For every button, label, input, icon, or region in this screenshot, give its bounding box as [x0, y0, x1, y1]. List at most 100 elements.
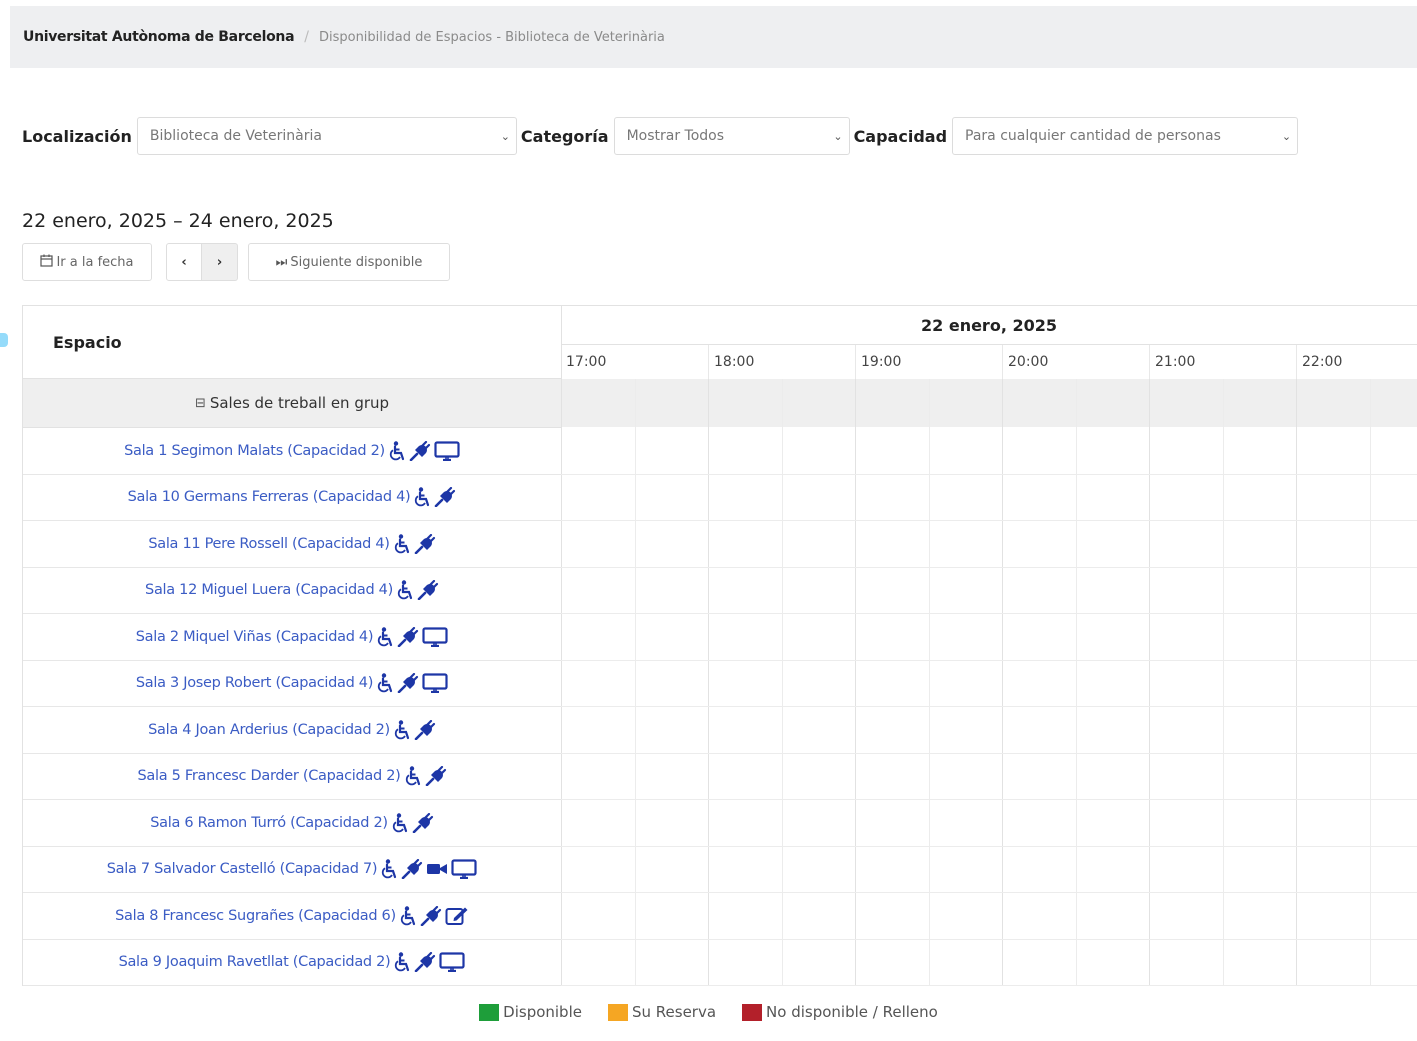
room-row: Sala 9 Joaquim Ravetllat (Capacidad 2): [23, 940, 561, 986]
legend-swatch: [607, 1003, 628, 1021]
plug-icon: [401, 859, 423, 880]
breadcrumb: Universitat Autònoma de Barcelona / Disp…: [10, 6, 1417, 68]
room-link[interactable]: Sala 12 Miguel Luera (Capacidad 4): [145, 582, 393, 598]
goto-date-button[interactable]: Ir a la fecha: [22, 243, 152, 281]
timeline-slots[interactable]: [561, 379, 1417, 986]
legend-item: Disponible: [479, 1003, 582, 1021]
room-link[interactable]: Sala 8 Francesc Sugrañes (Capacidad 6): [115, 908, 396, 924]
plug-icon: [414, 719, 436, 740]
timeline-area: 22 enero, 2025 17:00 18:00 19:00 20:00 21:00…: [561, 305, 1417, 986]
room-link[interactable]: Sala 11 Pere Rossell (Capacidad 4): [148, 536, 390, 552]
room-link[interactable]: Sala 5 Francesc Darder (Capacidad 2): [138, 768, 401, 784]
fast-forward-icon: ⏭: [275, 254, 288, 270]
room-row: Sala 7 Salvador Castelló (Capacidad 7): [23, 847, 561, 893]
room-row: Sala 5 Francesc Darder (Capacidad 2): [23, 754, 561, 800]
group-timeline-row: [561, 379, 1417, 427]
timeline-gridline: [929, 379, 930, 986]
timeline-row-divider: [561, 892, 1417, 893]
timeline-row-divider: [561, 753, 1417, 754]
hours-header-row: 17:00 18:00 19:00 20:00 21:00 22:00: [561, 345, 1417, 380]
legend-swatch: [742, 1003, 763, 1021]
timeline-gridline: [1002, 379, 1003, 986]
room-link[interactable]: Sala 4 Joan Arderius (Capacidad 2): [148, 722, 390, 738]
timeline-row-divider: [561, 520, 1417, 521]
chevron-down-icon: ⌄: [500, 129, 510, 143]
room-link[interactable]: Sala 3 Josep Robert (Capacidad 4): [136, 675, 374, 691]
goto-date-label: Ir a la fecha: [56, 254, 134, 270]
capacity-select-value: Para cualquier cantidad de personas: [965, 128, 1221, 144]
whiteboard-icon: [445, 906, 469, 926]
prev-button[interactable]: ‹: [166, 243, 202, 281]
wheelchair-icon: [393, 720, 411, 740]
hour-label: 17:00: [566, 354, 607, 370]
room-link[interactable]: Sala 10 Germans Ferreras (Capacidad 4): [128, 489, 411, 505]
wheelchair-icon: [376, 627, 394, 647]
timeline-row-divider: [561, 985, 1417, 986]
room-row: Sala 3 Josep Robert (Capacidad 4): [23, 661, 561, 707]
wheelchair-icon: [393, 534, 411, 554]
plug-icon: [409, 440, 431, 461]
category-select-value: Mostrar Todos: [626, 128, 725, 144]
side-accent-mark: [0, 333, 8, 347]
legend: Disponible Su Reserva No disponible / Rell…: [0, 998, 1417, 1026]
plug-icon: [434, 487, 456, 508]
date-range-title: 22 enero, 2025 – 24 enero, 2025: [22, 210, 334, 232]
video-camera-icon: [426, 860, 448, 878]
capacity-select[interactable]: Para cualquier cantidad de personas ⌄: [952, 117, 1299, 155]
hour-label: 20:00: [1002, 345, 1149, 379]
hour-label: 21:00: [1149, 345, 1296, 379]
wheelchair-icon: [376, 673, 394, 693]
room-link[interactable]: Sala 6 Ramon Turró (Capacidad 2): [150, 815, 388, 831]
group-header-row[interactable]: ⊟ Sales de treball en grup: [23, 379, 561, 428]
room-row: Sala 4 Joan Arderius (Capacidad 2): [23, 707, 561, 754]
filter-bar: Localización Biblioteca de Veterinària ⌄…: [22, 116, 1302, 156]
timeline-gridline: [708, 379, 709, 986]
category-select[interactable]: Mostrar Todos ⌄: [613, 117, 850, 155]
legend-label: Disponible: [503, 1003, 582, 1021]
timeline-row-divider: [561, 939, 1417, 940]
room-row: Sala 1 Segimon Malats (Capacidad 2): [23, 428, 561, 475]
hour-label: 19:00: [855, 345, 1002, 379]
collapse-icon[interactable]: ⊟: [195, 396, 206, 411]
legend-item: No disponible / Relleno: [742, 1003, 938, 1021]
legend-swatch: [479, 1003, 500, 1021]
next-available-button[interactable]: ⏭ Siguiente disponible: [248, 243, 450, 281]
plug-icon: [397, 626, 419, 647]
hour-label: 18:00: [708, 345, 855, 379]
timeline-gridline: [1370, 379, 1371, 986]
wheelchair-icon: [396, 580, 414, 600]
location-label: Localización: [22, 126, 132, 146]
room-row: Sala 11 Pere Rossell (Capacidad 4): [23, 521, 561, 568]
breadcrumb-home-link[interactable]: Universitat Autònoma de Barcelona: [23, 29, 295, 45]
calendar-icon: [40, 254, 54, 271]
breadcrumb-current: Disponibilidad de Espacios - Biblioteca …: [318, 29, 665, 45]
timeline-row-divider: [561, 474, 1417, 475]
timeline-row-divider: [561, 567, 1417, 568]
space-column-header: Espacio: [23, 306, 561, 379]
plug-icon: [414, 952, 436, 973]
monitor-icon: [422, 627, 448, 647]
room-link[interactable]: Sala 7 Salvador Castelló (Capacidad 7): [107, 861, 378, 877]
chevron-down-icon: ⌄: [1281, 129, 1292, 143]
wheelchair-icon: [404, 766, 422, 786]
timeline-gridline: [1076, 379, 1077, 986]
calendar-toolbar: Ir a la fecha ‹ › ⏭ Siguiente disponible: [22, 243, 450, 281]
timeline-row-divider: [561, 706, 1417, 707]
next-available-label: Siguiente disponible: [290, 254, 423, 270]
room-link[interactable]: Sala 2 Miquel Viñas (Capacidad 4): [136, 629, 374, 645]
room-link[interactable]: Sala 9 Joaquim Ravetllat (Capacidad 2): [119, 954, 391, 970]
timeline-row-divider: [561, 613, 1417, 614]
breadcrumb-separator: /: [304, 29, 309, 45]
plug-icon: [417, 580, 439, 601]
next-button[interactable]: ›: [202, 243, 238, 281]
room-link[interactable]: Sala 1 Segimon Malats (Capacidad 2): [124, 443, 385, 459]
location-select[interactable]: Biblioteca de Veterinària ⌄: [136, 117, 517, 155]
timeline-gridline: [561, 379, 562, 986]
legend-item: Su Reserva: [607, 1003, 716, 1021]
timeline-gridline: [855, 379, 856, 986]
plug-icon: [414, 533, 436, 554]
monitor-icon: [451, 859, 477, 880]
wheelchair-icon: [380, 859, 398, 879]
category-label: Categoría: [520, 126, 609, 146]
timeline-gridline: [1296, 379, 1297, 986]
